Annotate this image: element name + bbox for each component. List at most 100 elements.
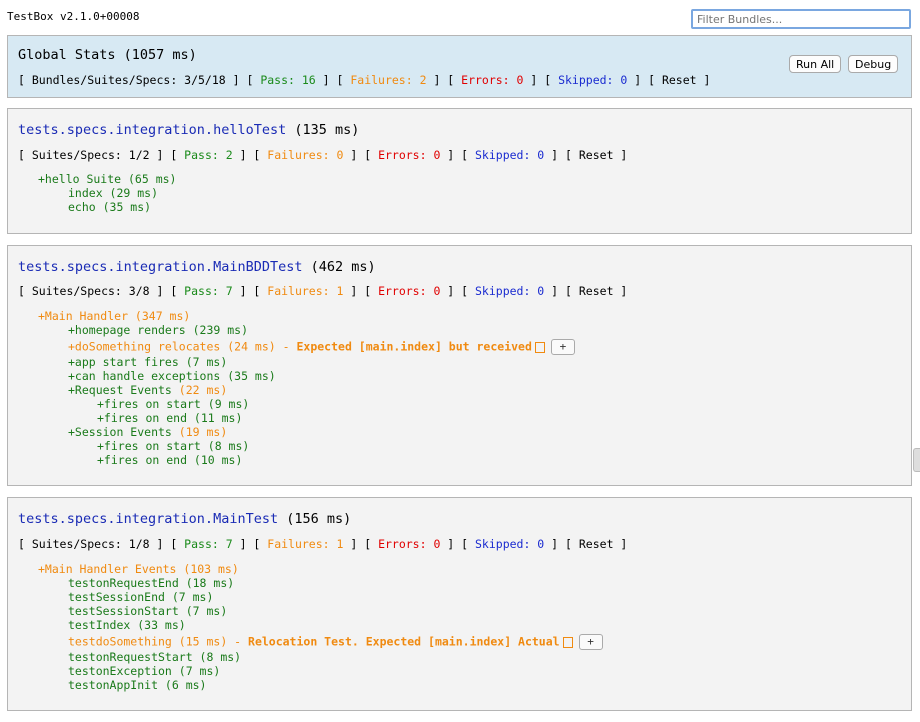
stats-sep: ] [ [440, 537, 475, 551]
bundle-panel-maintest: tests.specs.integration.MainTest (156 ms… [7, 497, 912, 711]
run-all-button[interactable]: Run All [789, 55, 842, 73]
stats-sep: ] [ [232, 284, 268, 298]
bundle-title: tests.specs.integration.MainBDDTest (462… [18, 259, 376, 275]
suite-item[interactable]: +Session Events (19 ms) [68, 425, 227, 439]
skipped-filter-link[interactable]: Skipped: 0 [475, 284, 544, 298]
stats-sep: ] [ [315, 73, 351, 87]
failed-spec-label: testdoSomething (15 ms) - [68, 634, 249, 649]
failure-message: Relocation Test. Expected [main.index] A… [248, 634, 560, 649]
stats-sep: ] [ [232, 537, 268, 551]
failure-message: Expected [main.index] but received [296, 339, 532, 354]
suite-time: (19 ms) [171, 425, 228, 439]
bundle-time: (462 ms) [302, 259, 376, 275]
expand-plus-button[interactable]: + [578, 634, 603, 650]
version-label: TestBox v2.1.0+00008 [7, 10, 140, 23]
spec-item[interactable]: testSessionStart (7 ms) [68, 604, 227, 618]
skipped-filter-link[interactable]: Skipped: 0 [475, 537, 544, 551]
suite-label: +Request Events [68, 383, 172, 397]
bundle-stats: [ Suites/Specs: 1/2 ] [ Pass: 2 ] [ Fail… [18, 148, 627, 162]
bundle-title: tests.specs.integration.MainTest (156 ms… [18, 511, 351, 527]
suite-label: +Session Events [68, 425, 172, 439]
global-stats-title: Global Stats (1057 ms) [18, 47, 197, 63]
filter-bundles-input[interactable] [691, 9, 911, 29]
spec-item[interactable]: +fires on start (8 ms) [97, 439, 249, 453]
failed-spec-item[interactable]: +doSomething relocates (24 ms) - Expecte… [68, 339, 575, 355]
stats-sep: ] [613, 537, 628, 551]
bundle-stats: [ Suites/Specs: 1/8 ] [ Pass: 7 ] [ Fail… [18, 537, 627, 551]
spec-item[interactable]: testonException (7 ms) [68, 664, 220, 678]
failures-filter-link[interactable]: Failures: 1 [267, 537, 343, 551]
expand-plus-button[interactable]: + [550, 339, 575, 355]
stats-sep: ] [ [544, 148, 579, 162]
spec-item[interactable]: +can handle exceptions (35 ms) [68, 369, 276, 383]
bundle-stats: [ Suites/Specs: 3/8 ] [ Pass: 7 ] [ Fail… [18, 284, 627, 298]
errors-filter-link[interactable]: Errors: 0 [378, 148, 440, 162]
stats-sep: ] [613, 148, 628, 162]
reset-link[interactable]: Reset [579, 537, 614, 551]
stats-prefix: [ Suites/Specs: 1/8 ] [ [18, 537, 185, 551]
bundle-link[interactable]: tests.specs.integration.helloTest [18, 122, 286, 138]
bundle-time: (135 ms) [286, 122, 360, 138]
errors-filter-link[interactable]: Errors: 0 [461, 73, 523, 87]
skipped-filter-link[interactable]: Skipped: 0 [558, 73, 627, 87]
unknown-glyph-icon [534, 341, 545, 353]
suite-item[interactable]: +hello Suite (65 ms) [38, 172, 176, 186]
spec-item[interactable]: index (29 ms) [68, 186, 158, 200]
reset-link[interactable]: Reset [662, 73, 697, 87]
spec-item[interactable]: echo (35 ms) [68, 200, 151, 214]
failures-filter-link[interactable]: Failures: 0 [267, 148, 343, 162]
bundle-link[interactable]: tests.specs.integration.MainBDDTest [18, 259, 302, 275]
bundle-panel-mainbddtest: tests.specs.integration.MainBDDTest (462… [7, 245, 912, 486]
errors-filter-link[interactable]: Errors: 0 [378, 537, 440, 551]
spec-item[interactable]: +fires on end (11 ms) [97, 411, 242, 425]
stats-sep: ] [ [627, 73, 662, 87]
suite-item[interactable]: +Main Handler (347 ms) [38, 309, 190, 323]
top-bar: TestBox v2.1.0+00008 [0, 0, 920, 34]
global-stats-panel: Global Stats (1057 ms) [ Bundles/Suites/… [7, 35, 912, 98]
stats-sep: ] [ [426, 73, 462, 87]
reset-link[interactable]: Reset [579, 284, 614, 298]
pass-filter-link[interactable]: Pass: 7 [184, 537, 232, 551]
pass-filter-link[interactable]: Pass: 16 [260, 73, 315, 87]
stats-prefix: [ Suites/Specs: 1/2 ] [ [18, 148, 185, 162]
stats-sep: ] [ [343, 284, 379, 298]
stats-sep: ] [613, 284, 628, 298]
stats-sep: ] [696, 73, 711, 87]
stats-sep: ] [ [440, 284, 475, 298]
pass-filter-link[interactable]: Pass: 7 [184, 284, 232, 298]
stats-sep: ] [ [343, 148, 379, 162]
spec-item[interactable]: testonAppInit (6 ms) [68, 678, 206, 692]
suite-item[interactable]: +Request Events (22 ms) [68, 383, 227, 397]
stats-sep: ] [ [544, 537, 579, 551]
scrollbar-handle[interactable] [913, 448, 920, 472]
debug-button[interactable]: Debug [848, 55, 899, 73]
skipped-filter-link[interactable]: Skipped: 0 [475, 148, 544, 162]
bundle-title: tests.specs.integration.helloTest (135 m… [18, 122, 359, 138]
spec-item[interactable]: testonRequestStart (8 ms) [68, 650, 241, 664]
stats-sep: ] [ [523, 73, 559, 87]
errors-filter-link[interactable]: Errors: 0 [378, 284, 440, 298]
bundle-time: (156 ms) [278, 511, 352, 527]
stats-sep: ] [ [544, 284, 579, 298]
reset-link[interactable]: Reset [579, 148, 614, 162]
spec-item[interactable]: testSessionEnd (7 ms) [68, 590, 213, 604]
spec-item[interactable]: +homepage renders (239 ms) [68, 323, 248, 337]
stats-sep: ] [ [343, 537, 379, 551]
stats-sep: ] [ [232, 148, 268, 162]
suite-time: (22 ms) [171, 383, 228, 397]
bundle-panel-hellotest: tests.specs.integration.helloTest (135 m… [7, 108, 912, 234]
failures-filter-link[interactable]: Failures: 2 [350, 73, 426, 87]
stats-prefix: [ Bundles/Suites/Specs: 3/5/18 ] [ [18, 73, 261, 87]
pass-filter-link[interactable]: Pass: 2 [184, 148, 232, 162]
spec-item[interactable]: +fires on start (9 ms) [97, 397, 249, 411]
failures-filter-link[interactable]: Failures: 1 [267, 284, 343, 298]
spec-item[interactable]: testIndex (33 ms) [68, 618, 186, 632]
spec-item[interactable]: +fires on end (10 ms) [97, 453, 242, 467]
spec-item[interactable]: +app start fires (7 ms) [68, 355, 227, 369]
failed-spec-item[interactable]: testdoSomething (15 ms) - Relocation Tes… [68, 634, 603, 650]
spec-item[interactable]: testonRequestEnd (18 ms) [68, 576, 234, 590]
global-stats-summary: [ Bundles/Suites/Specs: 3/5/18 ] [ Pass:… [18, 73, 710, 87]
suite-item[interactable]: +Main Handler Events (103 ms) [38, 562, 239, 576]
bundle-link[interactable]: tests.specs.integration.MainTest [18, 511, 278, 527]
stats-prefix: [ Suites/Specs: 3/8 ] [ [18, 284, 185, 298]
